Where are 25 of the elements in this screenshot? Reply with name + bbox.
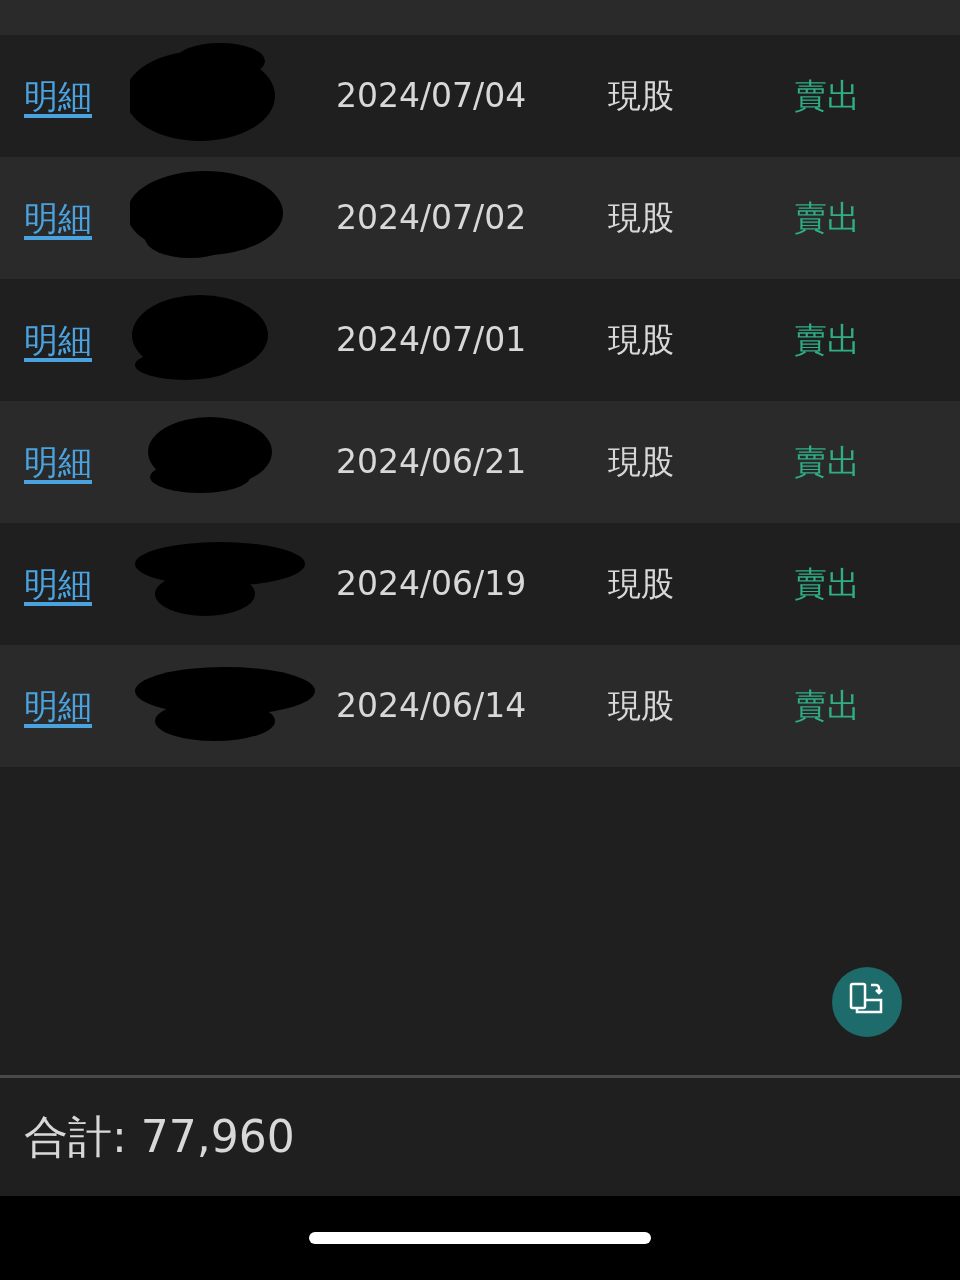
- trade-date: 2024/07/02: [336, 197, 528, 240]
- trade-date: 2024/07/01: [336, 319, 528, 362]
- trade-type: 現股: [608, 685, 675, 728]
- detail-link[interactable]: 明細: [24, 192, 104, 244]
- total-amount: 合計: 77,960: [24, 1110, 295, 1164]
- detail-link[interactable]: 明細: [24, 558, 104, 610]
- trade-action: 賣出: [794, 319, 860, 362]
- trade-type: 現股: [608, 563, 675, 606]
- trade-date: 2024/06/21: [336, 441, 528, 484]
- trade-type: 現股: [608, 197, 675, 240]
- trade-type: 現股: [608, 441, 675, 484]
- detail-link[interactable]: 明細: [24, 70, 104, 122]
- trade-date: 2024/06/14: [336, 685, 528, 728]
- trade-date: 2024/06/19: [336, 563, 528, 606]
- trade-type: 現股: [608, 75, 675, 118]
- detail-link[interactable]: 明細: [24, 680, 104, 732]
- trade-action: 賣出: [794, 75, 860, 118]
- detail-link[interactable]: 明細: [24, 436, 104, 488]
- trade-action: 賣出: [794, 563, 860, 606]
- trade-action: 賣出: [794, 197, 860, 240]
- detail-link[interactable]: 明細: [24, 314, 104, 366]
- trade-action: 賣出: [794, 441, 860, 484]
- trade-action: 賣出: [794, 685, 860, 728]
- trade-date: 2024/07/04: [336, 75, 528, 118]
- trade-type: 現股: [608, 319, 675, 362]
